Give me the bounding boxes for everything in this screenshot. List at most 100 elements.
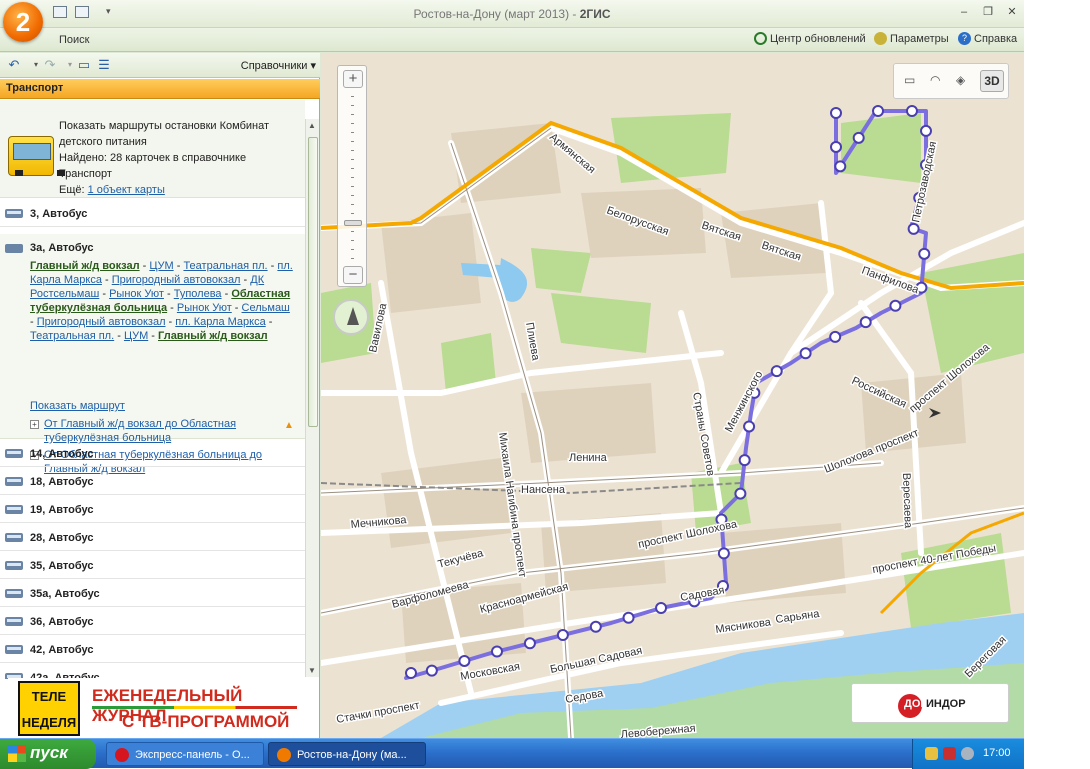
volume-icon[interactable]	[961, 747, 974, 760]
bus-stop-marker[interactable]	[889, 299, 902, 312]
collapse-icon[interactable]: ▭	[76, 58, 92, 72]
street-label: Нансена	[521, 484, 566, 496]
stop-link[interactable]: Рынок Уют	[109, 288, 164, 300]
bus-stop-marker[interactable]	[490, 645, 503, 658]
route-item[interactable]: 14, Автобус	[0, 439, 305, 467]
bus-stop-marker[interactable]	[523, 637, 536, 650]
bus-stop-marker[interactable]	[738, 454, 751, 467]
start-label: пуск	[30, 743, 68, 762]
tray-icon-1[interactable]	[925, 747, 938, 760]
bus-stop-marker[interactable]	[859, 316, 872, 329]
scroll-down-icon[interactable]: ▼	[308, 666, 316, 675]
route-item[interactable]: 35а, Автобус	[0, 579, 305, 607]
restore-button[interactable]: ❐	[980, 5, 996, 19]
route-item[interactable]: 42а, Автобус	[0, 663, 305, 679]
route-item[interactable]: 35, Автобус	[0, 551, 305, 579]
bus-stop-marker[interactable]	[770, 365, 783, 378]
section-title: Транспорт	[0, 79, 320, 99]
show-route-link[interactable]: Показать маршрут	[30, 400, 125, 412]
expand-icon[interactable]: ☰	[96, 58, 112, 72]
bus-stop-marker[interactable]	[918, 247, 931, 260]
route-item[interactable]: 18, Автобус	[0, 467, 305, 495]
antivirus-icon[interactable]	[943, 747, 956, 760]
ruler-icon[interactable]: ▭	[904, 73, 915, 87]
system-tray: 17:00	[912, 739, 1024, 769]
close-button[interactable]: ✕	[1004, 5, 1020, 19]
donindor-logo[interactable]: ДОН ИНДОР	[851, 683, 1009, 723]
updates-center-label: Центр обновлений	[770, 32, 866, 45]
sidebar-scrollbar[interactable]: ▲ ▼	[305, 119, 319, 677]
bus-stop-marker[interactable]	[852, 131, 865, 144]
bus-stop-marker[interactable]	[425, 664, 438, 677]
warning-icon[interactable]: ▲	[284, 420, 294, 431]
search-tab[interactable]: Поиск	[59, 34, 89, 46]
bus-stop-marker[interactable]	[458, 654, 471, 667]
scrollbar-thumb[interactable]	[308, 137, 318, 427]
bus-stop-marker[interactable]	[829, 330, 842, 343]
back-icon[interactable]: ↶	[6, 58, 22, 72]
windows-flag-icon	[8, 745, 26, 762]
stop-link[interactable]: Главный ж/д вокзал	[30, 260, 140, 272]
ad-banner[interactable]: ТЕЛЕ НЕДЕЛЯ ЕЖЕНЕДЕЛЬНЫЙ ЖУРНАЛ С ТВ-ПРОГ…	[8, 678, 312, 738]
zoom-slider-track[interactable]	[351, 96, 354, 266]
route-item[interactable]: 3, Автобус	[0, 199, 305, 227]
map-view[interactable]: Армянская Белорусская Вятская Вятская Панфил…	[321, 53, 1024, 738]
bus-stop-marker[interactable]	[622, 611, 635, 624]
refresh-icon	[754, 32, 767, 45]
directories-dropdown[interactable]: Справочники ▾	[241, 59, 316, 72]
settings-button[interactable]: Параметры	[874, 32, 949, 45]
expanded-route-card: 3а, Автобус Главный ж/д вокзал - ЦУМ - Т…	[0, 234, 305, 475]
stop-link[interactable]: Театральная пл.	[30, 330, 114, 342]
stop-link[interactable]: Сельмаш	[242, 302, 290, 314]
route-item[interactable]: 19, Автобус	[0, 495, 305, 523]
bus-stop-marker[interactable]	[834, 160, 847, 173]
minimize-button[interactable]: ‒	[956, 5, 972, 19]
map-canvas[interactable]: АрмянскаяБелорусская ВятскаяВятскаяПанфил…	[321, 53, 1024, 738]
stop-link[interactable]: пл. Карла Маркса	[175, 316, 265, 328]
route-item[interactable]: 36, Автобус	[0, 607, 305, 635]
bus-stop-marker[interactable]	[734, 487, 747, 500]
bus-stop-marker[interactable]	[905, 105, 918, 117]
bus-stop-marker[interactable]	[717, 547, 730, 560]
bus-stop-marker[interactable]	[872, 105, 885, 117]
3d-button[interactable]: 3D	[980, 70, 1004, 92]
start-button[interactable]: пуск	[0, 739, 96, 769]
stop-link[interactable]: Рынок Уют	[177, 302, 232, 314]
bus-stop-marker[interactable]	[830, 140, 842, 153]
bus-stop-marker[interactable]	[556, 629, 569, 642]
more-objects-link[interactable]: 1 объект карты	[88, 184, 165, 196]
stop-link[interactable]: ЦУМ	[149, 260, 173, 272]
taskbar-item-2gis-label: Ростов-на-Дону (ма...	[297, 749, 407, 761]
stop-link[interactable]: Главный ж/д вокзал	[158, 330, 268, 342]
compass-icon[interactable]	[333, 299, 369, 335]
stop-link[interactable]: Туполева	[174, 288, 222, 300]
bus-stop-marker[interactable]	[830, 107, 842, 119]
scroll-up-icon[interactable]: ▲	[308, 121, 316, 130]
expand-plus-icon[interactable]: +	[30, 420, 39, 429]
forward-icon[interactable]: ↷	[42, 58, 58, 72]
2gis-logo[interactable]: 2	[3, 2, 43, 42]
route-item[interactable]: 28, Автобус	[0, 523, 305, 551]
stop-link[interactable]: ЦУМ	[124, 330, 148, 342]
stop-link[interactable]: Театральная пл.	[183, 260, 267, 272]
stop-link[interactable]: Пригородный автовокзал	[112, 274, 241, 286]
help-button[interactable]: ? Справка	[958, 32, 1017, 45]
route-item[interactable]: 42, Автобус	[0, 635, 305, 663]
taskbar-item-opera[interactable]: Экспресс-панель - О...	[106, 742, 264, 766]
bus-stop-marker[interactable]	[655, 601, 668, 614]
updates-center-button[interactable]: Центр обновлений	[754, 32, 866, 45]
stop-link[interactable]: Пригородный автовокзал	[37, 316, 166, 328]
taskbar-item-2gis[interactable]: Ростов-на-Дону (ма...	[268, 742, 426, 766]
bus-stop-marker[interactable]	[589, 620, 602, 633]
zoom-out-button[interactable]: −	[343, 266, 363, 284]
bus-stop-marker[interactable]	[920, 124, 932, 137]
bus-stop-marker[interactable]	[799, 347, 812, 360]
route-tool-icon[interactable]: ◠	[930, 73, 940, 87]
layers-icon[interactable]: ◈	[956, 73, 965, 87]
bus-stop-marker[interactable]	[907, 222, 920, 235]
route-label: 42, Автобус	[30, 644, 94, 656]
zoom-in-button[interactable]: +	[343, 70, 363, 88]
bus-stop-marker[interactable]	[743, 420, 756, 433]
zoom-slider-thumb[interactable]	[344, 220, 362, 226]
bus-stop-marker[interactable]	[405, 667, 417, 679]
